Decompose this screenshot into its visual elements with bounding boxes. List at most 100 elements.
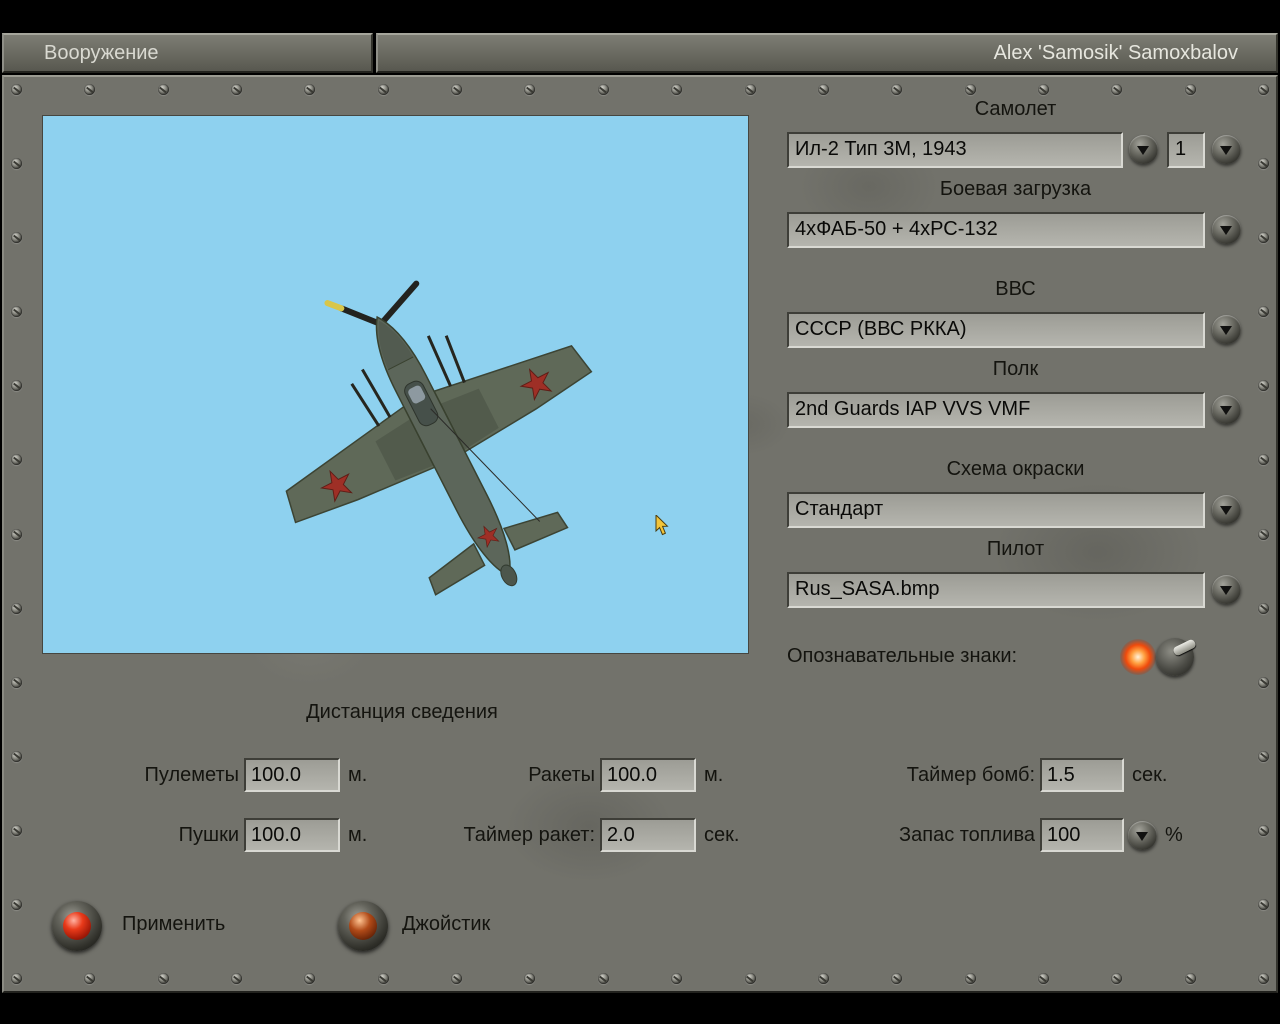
screw-icon (11, 824, 22, 836)
screw-icon (597, 84, 609, 95)
screw-icon (1184, 973, 1196, 984)
fuel-input[interactable] (1040, 818, 1124, 852)
convergence-title: Дистанция сведения (306, 701, 498, 723)
markings-toggle[interactable] (1120, 636, 1202, 678)
bomb-timer-unit: сек. (1132, 763, 1168, 786)
screw-icon (157, 973, 169, 984)
screw-icon (524, 973, 536, 984)
machine-guns-input[interactable] (244, 758, 340, 792)
bomb-timer-input[interactable] (1040, 758, 1124, 792)
cannons-unit: м. (348, 823, 368, 846)
aircraft-count-dropdown-button[interactable] (1212, 135, 1241, 164)
screw-icon (744, 973, 756, 984)
mouse-cursor (655, 515, 669, 536)
screw-icon (231, 84, 243, 95)
paint-scheme-select[interactable]: Стандарт (787, 492, 1205, 528)
screw-icon (231, 973, 243, 984)
tab-armament-label: Вооружение (44, 41, 159, 64)
apply-button[interactable] (52, 901, 102, 951)
screw-icon (11, 750, 22, 762)
aircraft-dropdown-button[interactable] (1129, 135, 1158, 164)
screw-icon (1258, 454, 1269, 466)
screw-icon (744, 84, 756, 95)
rockets-input[interactable] (600, 758, 696, 792)
rocket-timer-input[interactable] (600, 818, 696, 852)
markings-label: Опознавательные знаки: (787, 645, 1018, 667)
screw-icon (524, 84, 536, 95)
joystick-button-label: Джойстик (402, 913, 491, 935)
screw-icon (11, 454, 22, 466)
screw-icon (11, 306, 22, 318)
screw-icon (304, 84, 316, 95)
screw-icon (1258, 232, 1269, 244)
screw-icon (1258, 676, 1269, 688)
pilot-select[interactable]: Rus_SASA.bmp (787, 572, 1205, 608)
fuel-dropdown-button[interactable] (1128, 820, 1157, 850)
screw-icon (1258, 528, 1269, 540)
machine-guns-label: Пулеметы (144, 763, 239, 786)
screw-icon (1258, 158, 1269, 170)
screw-icon (11, 380, 22, 392)
aircraft-preview (42, 115, 749, 654)
regiment-dropdown-button[interactable] (1212, 395, 1241, 424)
screw-icon (817, 84, 829, 95)
screw-icon (1111, 973, 1123, 984)
apply-button-label: Применить (122, 913, 226, 935)
fuel-label: Запас топлива (899, 823, 1035, 846)
tab-armament[interactable]: Вооружение (2, 33, 373, 73)
loadout-select[interactable]: 4xФАБ-50 + 4xРС-132 (787, 212, 1205, 248)
rocket-timer-label: Таймер ракет: (463, 823, 595, 846)
screw-icon (817, 973, 829, 984)
screw-icon (1258, 84, 1269, 95)
screw-icon (891, 84, 903, 95)
screw-icon (11, 158, 22, 170)
screw-icon (377, 973, 389, 984)
screw-icon (84, 84, 96, 95)
screw-icon (11, 84, 22, 95)
pilot-dropdown-button[interactable] (1212, 575, 1241, 604)
screw-icon (157, 84, 169, 95)
screw-icon (1258, 824, 1269, 836)
screw-icon (964, 973, 976, 984)
screw-icon (377, 84, 389, 95)
aircraft-label: Самолет (974, 98, 1057, 120)
screw-icon (1258, 750, 1269, 762)
airforce-dropdown-button[interactable] (1212, 315, 1241, 344)
fuel-unit: % (1165, 823, 1183, 846)
aircraft-count-select[interactable]: 1 (1167, 132, 1205, 168)
loadout-dropdown-button[interactable] (1212, 215, 1241, 244)
screw-icon (1111, 84, 1123, 95)
cannons-input[interactable] (244, 818, 340, 852)
screw-icon (964, 84, 976, 95)
bomb-timer-label: Таймер бомб: (906, 763, 1035, 786)
rockets-unit: м. (704, 763, 724, 786)
aircraft-select[interactable]: Ил-2 Тип 3М, 1943 (787, 132, 1123, 168)
regiment-label: Полк (992, 358, 1039, 380)
header-bar: Alex 'Samosik' Samoxbalov (376, 33, 1278, 73)
main-panel: Самолет Ил-2 Тип 3М, 1943 1 Боевая загру… (2, 75, 1278, 993)
screw-icon (11, 232, 22, 244)
screw-icon (1258, 898, 1269, 910)
toggle-indicator-light (1120, 639, 1156, 675)
regiment-select[interactable]: 2nd Guards IAP VVS VMF (787, 392, 1205, 428)
paint-scheme-label: Схема окраски (946, 458, 1085, 480)
screw-icon (11, 602, 22, 614)
screw-icon (1258, 973, 1269, 984)
rocket-timer-unit: сек. (704, 823, 740, 846)
cannons-label: Пушки (178, 823, 239, 846)
rockets-label: Ракеты (528, 763, 595, 786)
screw-icon (11, 973, 22, 984)
screw-icon (84, 973, 96, 984)
paint-scheme-dropdown-button[interactable] (1212, 495, 1241, 524)
screw-icon (451, 973, 463, 984)
screw-icon (597, 973, 609, 984)
aircraft-top-view (285, 280, 593, 596)
loadout-label: Боевая загрузка (939, 178, 1092, 200)
airforce-select[interactable]: СССР (ВВС РККА) (787, 312, 1205, 348)
joystick-button[interactable] (338, 901, 388, 951)
screw-icon (11, 898, 22, 910)
screw-icon (1258, 380, 1269, 392)
screw-icon (891, 973, 903, 984)
screw-icon (1184, 84, 1196, 95)
screw-icon (11, 528, 22, 540)
